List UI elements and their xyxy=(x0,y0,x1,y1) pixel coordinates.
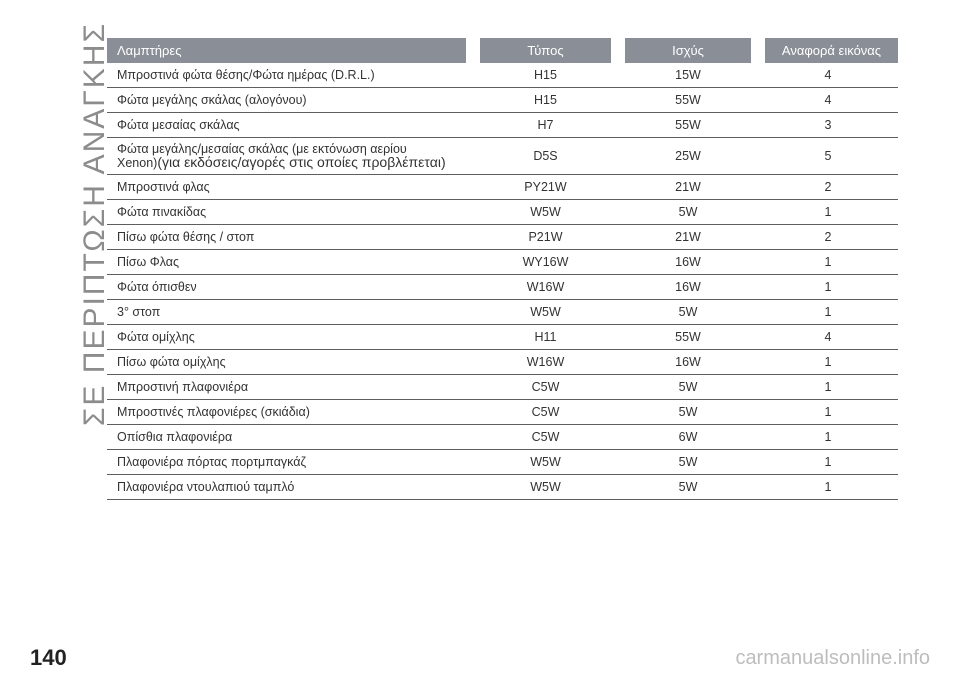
lamp-type: H15 xyxy=(473,63,618,88)
lamp-power: 25W xyxy=(618,137,758,175)
header-lamps: Λαμπτήρες xyxy=(107,38,473,63)
lamp-power: 16W xyxy=(618,349,758,375)
table-row: Φώτα μεσαίας σκάλας H7 55W 3 xyxy=(107,112,898,138)
table-row: Φώτα μεγάλης σκάλας (αλογόνου) H15 55W 4 xyxy=(107,87,898,113)
lamp-ref: 4 xyxy=(758,87,898,113)
lamp-name: Πίσω φώτα θέσης / στοπ xyxy=(107,224,473,250)
table-row: Πίσω Φλας WY16W 16W 1 xyxy=(107,249,898,275)
lamp-power: 5W xyxy=(618,449,758,475)
lamp-name: Φώτα μεγάλης/μεσαίας σκάλας (με εκτόνωση… xyxy=(107,137,473,175)
lamp-power: 5W xyxy=(618,374,758,400)
table-row: Φώτα μεγάλης/μεσαίας σκάλας (με εκτόνωση… xyxy=(107,137,898,175)
header-figure-ref: Αναφορά εικόνας xyxy=(751,38,898,63)
lamp-name: Φώτα ομίχλης xyxy=(107,324,473,350)
lamp-type: PY21W xyxy=(473,174,618,200)
lamp-ref: 1 xyxy=(758,249,898,275)
header-type: Τύπος xyxy=(466,38,618,63)
lamp-name: Πίσω Φλας xyxy=(107,249,473,275)
lamp-name: Πίσω φώτα ομίχλης xyxy=(107,349,473,375)
table-row: Μπροστινή πλαφονιέρα C5W 5W 1 xyxy=(107,374,898,400)
lamp-name: Φώτα όπισθεν xyxy=(107,274,473,300)
lamp-power: 5W xyxy=(618,199,758,225)
lamp-power: 6W xyxy=(618,424,758,450)
table-row: 3° στοπ W5W 5W 1 xyxy=(107,299,898,325)
table-row: Φώτα όπισθεν W16W 16W 1 xyxy=(107,274,898,300)
table-row: Φώτα πινακίδας W5W 5W 1 xyxy=(107,199,898,225)
lamp-ref: 1 xyxy=(758,374,898,400)
lamp-ref: 4 xyxy=(758,324,898,350)
table-row: Πλαφονιέρα ντουλαπιού ταμπλό W5W 5W 1 xyxy=(107,474,898,500)
lamp-type: P21W xyxy=(473,224,618,250)
lamp-name: 3° στοπ xyxy=(107,299,473,325)
lamp-type: H11 xyxy=(473,324,618,350)
lamp-type: W16W xyxy=(473,349,618,375)
table-row: Πίσω φώτα ομίχλης W16W 16W 1 xyxy=(107,349,898,375)
page-number: 140 xyxy=(30,645,67,670)
lamp-ref: 2 xyxy=(758,174,898,200)
lamp-ref: 1 xyxy=(758,399,898,425)
table-row: Πλαφονιέρα πόρτας πορτμπαγκάζ W5W 5W 1 xyxy=(107,449,898,475)
header-power: Ισχύς xyxy=(611,38,758,63)
lamp-ref: 5 xyxy=(758,137,898,175)
lamp-power: 5W xyxy=(618,399,758,425)
lamp-power: 55W xyxy=(618,112,758,138)
lamp-power: 16W xyxy=(618,274,758,300)
bulb-table-header: Λαμπτήρες Τύπος Ισχύς Αναφορά εικόνας xyxy=(107,38,898,63)
lamp-name: Μπροστινή πλαφονιέρα xyxy=(107,374,473,400)
lamp-name-line2: Xenon) xyxy=(117,155,158,170)
table-row: Μπροστινές πλαφονιέρες (σκιάδια) C5W 5W … xyxy=(107,399,898,425)
lamp-power: 21W xyxy=(618,224,758,250)
table-row: Οπίσθια πλαφονιέρα C5W 6W 1 xyxy=(107,424,898,450)
lamp-name: Μπροστινά φλας xyxy=(107,174,473,200)
lamp-type: C5W xyxy=(473,374,618,400)
lamp-name: Φώτα μεσαίας σκάλας xyxy=(107,112,473,138)
lamp-power: 15W xyxy=(618,63,758,88)
lamp-power: 5W xyxy=(618,474,758,500)
lamp-power: 21W xyxy=(618,174,758,200)
lamp-ref: 2 xyxy=(758,224,898,250)
lamp-power: 16W xyxy=(618,249,758,275)
table-row: Πίσω φώτα θέσης / στοπ P21W 21W 2 xyxy=(107,224,898,250)
lamp-name: Φώτα πινακίδας xyxy=(107,199,473,225)
lamp-name: Μπροστινά φώτα θέσης/Φώτα ημέρας (D.R.L.… xyxy=(107,63,473,88)
lamp-type: D5S xyxy=(473,137,618,175)
section-title: ΣΕ ΠΕΡΙΠΤΩΣΗ ΑΝΑΓΚΗΣ xyxy=(0,0,111,426)
lamp-name: Οπίσθια πλαφονιέρα xyxy=(107,424,473,450)
table-row: Μπροστινά φλας PY21W 21W 2 xyxy=(107,174,898,200)
site-watermark: carmanualsonline.info xyxy=(735,647,930,669)
table-row: Μπροστινά φώτα θέσης/Φώτα ημέρας (D.R.L.… xyxy=(107,63,898,88)
table-row: Φώτα ομίχλης H11 55W 4 xyxy=(107,324,898,350)
lamp-ref: 1 xyxy=(758,449,898,475)
lamp-type: W5W xyxy=(473,474,618,500)
lamp-type: H7 xyxy=(473,112,618,138)
lamp-name: Μπροστινές πλαφονιέρες (σκιάδια) xyxy=(107,399,473,425)
lamp-type: W5W xyxy=(473,299,618,325)
lamp-name: Πλαφονιέρα ντουλαπιού ταμπλό xyxy=(107,474,473,500)
lamp-power: 5W xyxy=(618,299,758,325)
lamp-power: 55W xyxy=(618,87,758,113)
lamp-power: 55W xyxy=(618,324,758,350)
lamp-type: W16W xyxy=(473,274,618,300)
lamp-type: W5W xyxy=(473,199,618,225)
lamp-ref: 1 xyxy=(758,424,898,450)
lamp-ref: 1 xyxy=(758,199,898,225)
lamp-ref: 1 xyxy=(758,299,898,325)
lamp-name-note: (για εκδόσεις/αγορές στις οποίες προβλέπ… xyxy=(157,153,446,170)
lamp-type: C5W xyxy=(473,399,618,425)
lamp-ref: 3 xyxy=(758,112,898,138)
bulb-table: Λαμπτήρες Τύπος Ισχύς Αναφορά εικόνας Μπ… xyxy=(107,38,898,500)
lamp-ref: 1 xyxy=(758,274,898,300)
lamp-ref: 4 xyxy=(758,63,898,88)
lamp-type: C5W xyxy=(473,424,618,450)
lamp-type: WY16W xyxy=(473,249,618,275)
lamp-ref: 1 xyxy=(758,349,898,375)
lamp-name: Πλαφονιέρα πόρτας πορτμπαγκάζ xyxy=(107,449,473,475)
lamp-type: W5W xyxy=(473,449,618,475)
lamp-name: Φώτα μεγάλης σκάλας (αλογόνου) xyxy=(107,87,473,113)
lamp-ref: 1 xyxy=(758,474,898,500)
lamp-type: H15 xyxy=(473,87,618,113)
